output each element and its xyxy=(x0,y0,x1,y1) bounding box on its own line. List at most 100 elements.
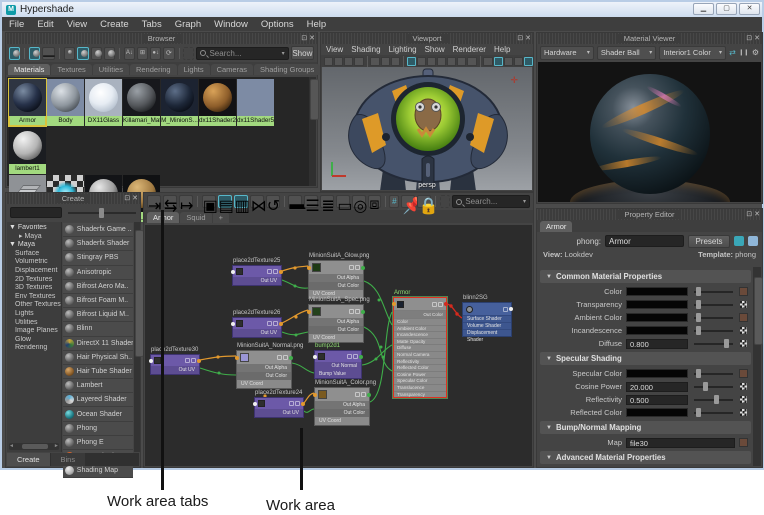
vp-menu-view[interactable]: View xyxy=(326,45,343,54)
texture-map-icon[interactable] xyxy=(739,326,748,335)
remove-from-graph-icon[interactable]: ▥ xyxy=(233,195,250,215)
reflected-slider[interactable] xyxy=(694,408,733,417)
geometry-dropdown[interactable]: Shader Ball ▾ xyxy=(596,45,657,60)
tree-glow[interactable]: Glow xyxy=(9,336,61,345)
list-item[interactable]: Layered Shader xyxy=(62,393,134,408)
node-shading-group[interactable]: blinn2SG Surface Shader Volume Shader Di… xyxy=(462,295,513,343)
renderer-dropdown[interactable]: Hardware ▾ xyxy=(540,45,594,60)
tab-utilities[interactable]: Utilities xyxy=(92,64,129,75)
ambient-slider[interactable] xyxy=(694,313,733,322)
camera-icon[interactable] xyxy=(324,56,334,66)
color-slider[interactable] xyxy=(694,287,733,296)
node-graph[interactable]: place2dTexture25 Out UV place2dTexture26… xyxy=(145,225,532,466)
material-viewer-popout-icon[interactable]: ⊡ xyxy=(746,34,752,43)
map-connection-icon[interactable] xyxy=(739,438,748,447)
tree-2d-textures[interactable]: 2D Textures xyxy=(9,276,61,285)
safe-action-icon[interactable] xyxy=(457,56,467,66)
list-item[interactable]: Shaderfx Game .. xyxy=(62,223,134,238)
section-specular-shading[interactable]: ▼ Specular Shading xyxy=(540,352,751,365)
node-armor-phong[interactable]: Armor Out Color Color Ambient Color Inca… xyxy=(392,290,448,400)
material-viewer-close-icon[interactable]: ✕ xyxy=(754,34,760,43)
tree-utilities[interactable]: Utilities xyxy=(9,319,61,328)
section-advanced-material[interactable]: ▼ Advanced Material Properties xyxy=(540,451,751,464)
marker-tool-icon[interactable] xyxy=(390,56,400,66)
node-view-simple-icon[interactable]: ▬ xyxy=(288,195,305,213)
pe-tab-armor[interactable]: Armor xyxy=(540,221,573,232)
material-swatch-minion[interactable]: M_MinionS... xyxy=(161,79,198,126)
cosine-power-slider[interactable] xyxy=(694,382,733,391)
xray-icon[interactable] xyxy=(523,56,534,66)
menu-graph[interactable]: Graph xyxy=(175,19,201,30)
incandescence-slider[interactable] xyxy=(694,326,733,335)
property-editor-popout-icon[interactable]: ⊡ xyxy=(746,210,752,219)
material-swatch-dx11shader2[interactable]: dx11Shader2 xyxy=(199,79,236,126)
material-viewer-titlebar[interactable]: Material Viewer ⊡ ✕ xyxy=(537,33,762,44)
pause-icon[interactable]: ❙❙ xyxy=(739,49,749,56)
specular-slider[interactable] xyxy=(694,369,733,378)
settings-gear-icon[interactable]: ⚙ xyxy=(752,48,759,57)
list-item[interactable]: Blinn xyxy=(62,322,134,337)
zoom-icon[interactable]: ◎ xyxy=(352,195,367,215)
tree-other-textures[interactable]: Other Textures xyxy=(9,301,61,310)
tab-cameras[interactable]: Cameras xyxy=(210,64,254,75)
clear-graph-icon[interactable]: ▣ xyxy=(201,195,218,215)
texture-map-icon[interactable] xyxy=(739,395,748,404)
cosine-power-input[interactable]: 20.000 xyxy=(626,381,688,392)
list-item[interactable]: Hair Tube Shader xyxy=(62,364,134,380)
camera-lock-icon[interactable] xyxy=(334,56,344,66)
node-glow-texture[interactable]: MinionSuitA_Glow.png Out Alpha Out Color… xyxy=(307,253,369,299)
tab-rendering[interactable]: Rendering xyxy=(129,64,177,75)
create-list-scrollbar[interactable] xyxy=(134,222,145,452)
menu-create[interactable]: Create xyxy=(100,19,129,30)
texture-map-icon[interactable] xyxy=(739,408,748,417)
map-connection-icon[interactable] xyxy=(739,369,748,378)
sort-name-icon[interactable]: A↓ xyxy=(123,46,135,60)
large-swatch-icon[interactable] xyxy=(28,46,41,60)
browser-scrollbar[interactable] xyxy=(309,77,319,186)
tree-env-textures[interactable]: Env Textures xyxy=(9,293,61,302)
bottom-tab-create[interactable]: Create xyxy=(7,453,50,466)
show-hide-icon[interactable] xyxy=(734,236,744,246)
material-swatch-dx11shader5[interactable]: dx11Shader5 xyxy=(237,79,274,126)
bottom-tab-bins[interactable]: Bins xyxy=(50,453,86,466)
texture-map-icon[interactable] xyxy=(739,300,748,309)
view-value[interactable]: Lookdev xyxy=(565,250,593,259)
transparency-swatch[interactable] xyxy=(626,300,688,309)
move-tool-icon[interactable] xyxy=(380,56,390,66)
tree-hscrollbar[interactable]: ◄ ► xyxy=(9,443,59,450)
create-popout-icon[interactable]: ⊡ xyxy=(124,194,130,203)
browser-popout-icon[interactable]: ⊡ xyxy=(301,34,307,43)
reflectivity-slider[interactable] xyxy=(694,395,733,404)
incandescence-swatch[interactable] xyxy=(626,326,688,335)
node-name-input[interactable]: Armor xyxy=(605,235,684,247)
shaded-icon[interactable] xyxy=(493,56,503,66)
work-area-search-input[interactable]: Search... ▾ xyxy=(452,195,531,208)
browser-search-input[interactable]: Search... ▾ xyxy=(196,46,289,60)
section-common-material[interactable]: ▼ Common Material Properties xyxy=(540,270,751,283)
map-connection-icon[interactable] xyxy=(739,287,748,296)
io-connections-icon[interactable]: ⇆ xyxy=(163,195,177,215)
sort-time-icon[interactable]: ●↓ xyxy=(150,46,162,60)
close-button[interactable]: ✕ xyxy=(739,3,760,15)
texture-map-icon[interactable] xyxy=(739,382,748,391)
map-connection-icon[interactable] xyxy=(739,313,748,322)
property-editor-close-icon[interactable]: ✕ xyxy=(754,210,760,219)
gate-mask-icon[interactable] xyxy=(437,56,447,66)
create-close-icon[interactable]: ✕ xyxy=(132,194,138,203)
lights-icon[interactable] xyxy=(513,56,523,66)
menu-file[interactable]: File xyxy=(9,19,24,30)
select-tool-icon[interactable] xyxy=(370,56,380,66)
search-filter-dropdown-icon[interactable]: ▾ xyxy=(282,50,285,57)
material-swatch-lambert1[interactable]: lambert1 xyxy=(9,127,46,174)
tab-lights[interactable]: Lights xyxy=(177,64,210,75)
menu-window[interactable]: Window xyxy=(214,19,248,30)
list-item[interactable]: Stingray PBS xyxy=(62,251,134,266)
vp-menu-show[interactable]: Show xyxy=(425,45,445,54)
tree-favorites-maya[interactable]: ▸ Maya xyxy=(9,233,61,242)
list-item[interactable]: Shaderfx Shader xyxy=(62,237,134,252)
color-swatch[interactable] xyxy=(626,287,688,296)
presets-button[interactable]: Presets xyxy=(688,234,730,248)
large-icons-icon[interactable] xyxy=(90,46,102,60)
viewport-close-icon[interactable]: ✕ xyxy=(525,34,531,43)
list-item[interactable]: Phong xyxy=(62,421,134,436)
